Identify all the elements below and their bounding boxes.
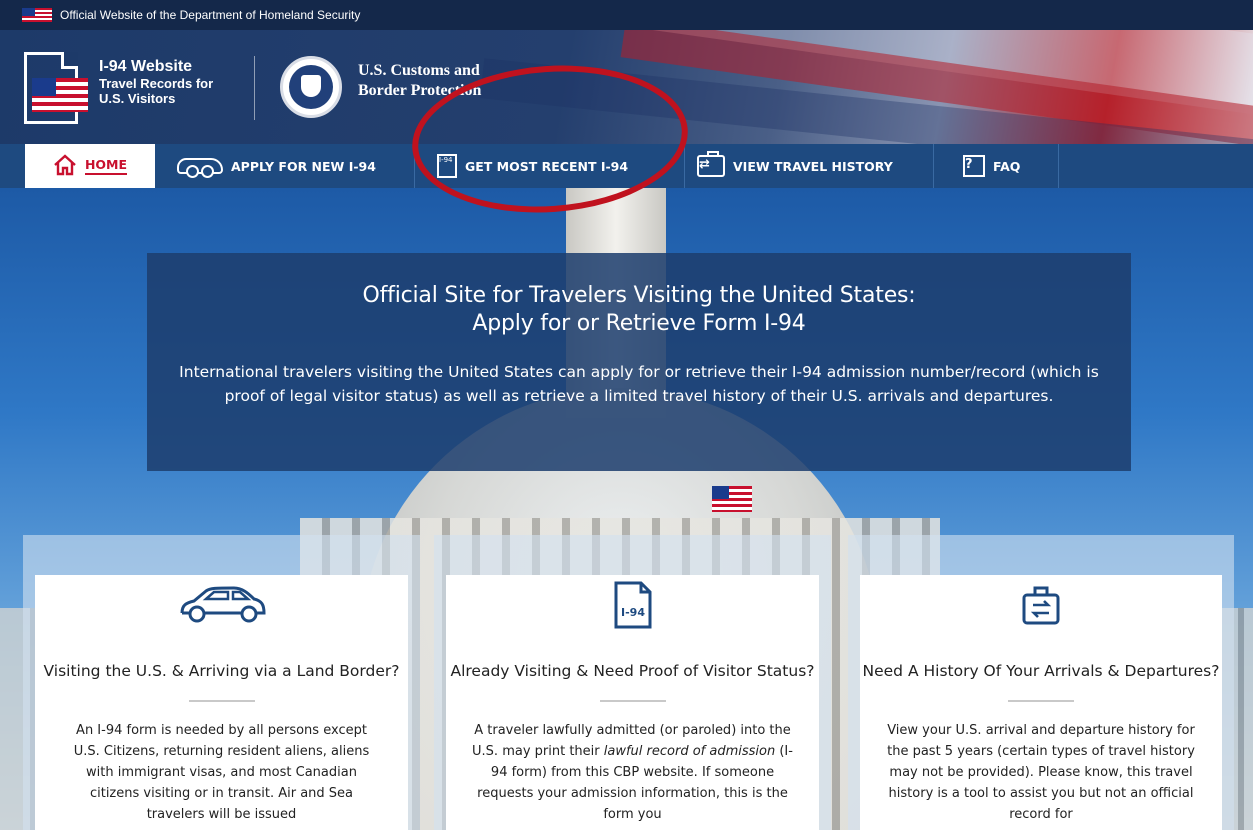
us-flag-icon (22, 8, 52, 22)
card-proof-status-frame: I-94 Already Visiting & Need Proof of Vi… (434, 535, 831, 830)
card-travel-history-frame: Need A History Of Your Arrivals & Depart… (848, 535, 1234, 830)
travel-bag-icon (860, 575, 1222, 635)
dhs-seal-icon[interactable] (280, 56, 342, 118)
i94-document-icon: I-94 (446, 575, 819, 635)
question-icon: ? (963, 155, 985, 177)
site-subtitle-line2: U.S. Visitors (99, 91, 176, 106)
travel-bag-icon: ⇄ (697, 151, 725, 177)
intro-heading-line2: Apply for or Retrieve Form I-94 (472, 311, 806, 336)
card-travel-history-title: Need A History Of Your Arrivals & Depart… (862, 662, 1220, 680)
i94-icon-text: I-94 (621, 606, 645, 619)
car-icon (35, 575, 408, 635)
gov-banner-text: Official Website of the Department of Ho… (60, 8, 361, 22)
intro-heading: Official Site for Travelers Visiting the… (147, 282, 1131, 338)
card-divider (1008, 700, 1074, 702)
card-land-border-frame: Visiting the U.S. & Arriving via a Land … (23, 535, 420, 830)
nav-faq[interactable]: ? FAQ (934, 144, 1059, 188)
car-icon (177, 158, 223, 178)
intro-heading-line1: Official Site for Travelers Visiting the… (362, 283, 916, 308)
nav-faq-label: FAQ (993, 158, 1021, 174)
card-land-border-title: Visiting the U.S. & Arriving via a Land … (43, 662, 400, 680)
nav-apply-label: APPLY FOR NEW I-94 (231, 158, 376, 174)
nav-history-label: VIEW TRAVEL HISTORY (733, 158, 893, 174)
card-travel-history[interactable]: Need A History Of Your Arrivals & Depart… (860, 575, 1222, 830)
nav-view-travel-history[interactable]: ⇄ VIEW TRAVEL HISTORY (685, 144, 934, 188)
card-land-border[interactable]: Visiting the U.S. & Arriving via a Land … (35, 575, 408, 830)
card-divider (188, 700, 255, 702)
i94-logo-icon[interactable] (24, 52, 88, 124)
header-divider (254, 56, 255, 120)
nav-home-label: HOME (84, 157, 128, 175)
site-title-main: I-94 Website (99, 58, 193, 75)
nav-home[interactable]: HOME (25, 144, 155, 188)
intro-panel: Official Site for Travelers Visiting the… (147, 253, 1131, 471)
flag-icon (712, 486, 752, 512)
card-travel-history-body: View your U.S. arrival and departure his… (887, 723, 1195, 822)
card-proof-status[interactable]: I-94 Already Visiting & Need Proof of Vi… (446, 575, 819, 830)
official-gov-banner: Official Website of the Department of Ho… (0, 0, 1253, 30)
card-proof-status-body: A traveler lawfully admitted (or paroled… (446, 720, 819, 825)
card-land-border-body: An I-94 form is needed by all persons ex… (73, 723, 370, 822)
site-title[interactable]: I-94 Website Travel Records for U.S. Vis… (99, 58, 213, 106)
card-proof-status-title: Already Visiting & Need Proof of Visitor… (450, 662, 815, 680)
intro-body: International travelers visiting the Uni… (179, 363, 1099, 405)
nav-apply-new-i94[interactable]: APPLY FOR NEW I-94 (156, 144, 415, 188)
home-icon (53, 153, 77, 179)
card-body-emphasis: lawful record of admission (603, 744, 776, 759)
agency-title-line1: U.S. Customs and (358, 62, 480, 79)
card-divider (599, 700, 666, 702)
site-subtitle-line1: Travel Records for (99, 76, 214, 91)
